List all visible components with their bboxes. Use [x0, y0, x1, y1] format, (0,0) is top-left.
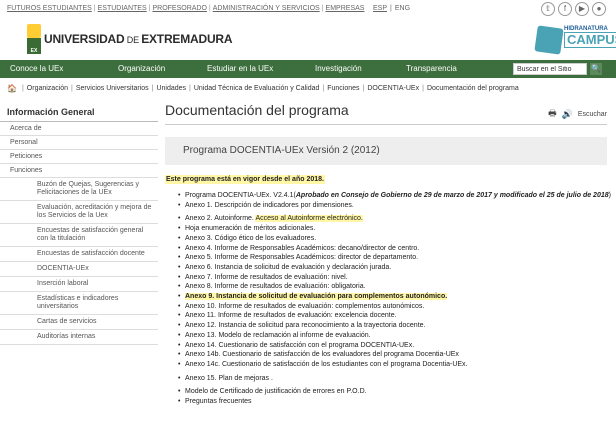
list-item[interactable]: Anexo 13. Modelo de reclamación al infor…	[178, 331, 607, 341]
facebook-icon[interactable]: f	[558, 2, 572, 16]
list-item[interactable]: Anexo 7. Informe de resultados de evalua…	[178, 273, 607, 283]
logo-word-de: DE	[124, 35, 142, 45]
sidebar-subitem-insercion[interactable]: Inserción laboral	[0, 277, 158, 292]
university-logo-icon[interactable]: EX	[24, 24, 44, 54]
lang-en-link[interactable]: ENG	[395, 5, 410, 12]
list-item[interactable]: Anexo 8. Informe de resultados de evalua…	[178, 282, 607, 292]
sidebar-subitem-estadisticas[interactable]: Estadísticas e indicadores universitario…	[0, 292, 158, 315]
audience-link-estudiantes[interactable]: ESTUDIANTES	[98, 5, 147, 12]
list-item[interactable]: Anexo 10. Informe de resultados de evalu…	[178, 302, 607, 312]
list-item[interactable]: Anexo 14c. Cuestionario de satisfacción …	[178, 360, 607, 370]
search-icon[interactable]: 🔍	[590, 63, 602, 75]
audience-link-profesorado[interactable]: PROFESORADO	[152, 5, 206, 12]
campus-logo[interactable]: HIDRANATURA CAMPUS	[522, 23, 616, 57]
flickr-icon[interactable]: ●	[592, 2, 606, 16]
breadcrumb-current: Documentación del programa	[426, 85, 519, 92]
breadcrumb-item[interactable]: Unidades	[156, 85, 186, 92]
list-item[interactable]: Anexo 1. Descripción de indicadores por …	[178, 201, 607, 211]
audience-link-empresas[interactable]: EMPRESAS	[326, 5, 365, 12]
document-list: Programa DOCENTIA-UEx. V2.4.1(Aprobado e…	[165, 191, 611, 407]
puzzle-icon	[534, 25, 564, 55]
sidebar-subitem-docentia[interactable]: DOCENTIA-UEx	[0, 262, 158, 277]
audience-links: FUTUROS ESTUDIANTES | ESTUDIANTES | PROFES…	[7, 5, 365, 12]
sidebar-item-personal[interactable]: Personal	[0, 136, 158, 150]
list-item[interactable]: Anexo 12. Instancia de solicitud para re…	[178, 321, 607, 331]
logo-ex-label: EX	[27, 48, 41, 54]
top-strip: FUTUROS ESTUDIANTES | ESTUDIANTES | PROFES…	[0, 0, 616, 20]
list-item[interactable]: Preguntas frecuentes	[178, 397, 607, 407]
list-item[interactable]: Anexo 14b. Cuestionario de satisfacción …	[178, 350, 607, 360]
list-item[interactable]: Anexo 4. Informe de Responsables Académi…	[178, 244, 607, 254]
autoinforme-link[interactable]: Acceso al Autoinforme electrónico.	[255, 215, 363, 223]
validity-notice: Este programa está en vigor desde el año…	[165, 175, 325, 184]
list-item[interactable]: Programa DOCENTIA-UEx. V2.4.1(Aprobado e…	[178, 191, 611, 201]
sidebar-subitem-cartas[interactable]: Cartas de servicios	[0, 315, 158, 330]
nav-item-conoce[interactable]: Conoce la UEx	[10, 60, 63, 78]
sidebar-item-peticiones[interactable]: Peticiones	[0, 150, 158, 164]
list-item[interactable]: Anexo 9. Instancia de solicitud de evalu…	[178, 292, 607, 302]
language-switcher: ESP | ENG	[373, 5, 410, 12]
list-item[interactable]: Anexo 2. Autoinforme. Acceso al Autoinfo…	[178, 214, 607, 224]
breadcrumb-item[interactable]: Funciones	[327, 85, 359, 92]
university-name[interactable]: UNIVERSIDAD DE EXTREMADURA	[44, 32, 233, 46]
breadcrumb-item[interactable]: Organización	[27, 85, 68, 92]
list-item[interactable]: Anexo 11. Informe de resultados de evalu…	[178, 311, 607, 321]
annex9-link[interactable]: Anexo 9. Instancia de solicitud de evalu…	[185, 293, 448, 301]
sidebar-subitem-buzon[interactable]: Buzón de Quejas, Sugerencias y Felicitac…	[0, 178, 158, 201]
youtube-icon[interactable]: ▶	[575, 2, 589, 16]
list-item[interactable]: Anexo 6. Instancia de solicitud de evalu…	[178, 263, 607, 273]
lang-es-link[interactable]: ESP	[373, 5, 387, 12]
sidebar-subitem-evaluacion[interactable]: Evaluación, acreditación y mejora de los…	[0, 201, 158, 224]
social-links: 𝕥 f ▶ ●	[541, 2, 606, 16]
sidebar-subitem-encuestas-titulacion[interactable]: Encuestas de satisfacción general con la…	[0, 224, 158, 247]
sidebar: Información General Acerca de Personal P…	[0, 104, 158, 345]
print-icon[interactable]: 🖶	[548, 106, 557, 122]
breadcrumb-item[interactable]: Unidad Técnica de Evaluación y Calidad	[194, 85, 320, 92]
sidebar-subitem-encuestas-docente[interactable]: Encuestas de satisfacción docente	[0, 247, 158, 262]
list-item[interactable]: Anexo 3. Código ético de los evaluadores…	[178, 234, 607, 244]
main-navbar: Conoce la UEx Organización Estudiar en l…	[0, 60, 616, 78]
main-content: Documentación del programa 🖶 🔊 Escuchar …	[165, 100, 611, 407]
sidebar-subitem-auditorias[interactable]: Auditorías internas	[0, 330, 158, 345]
title-divider	[165, 124, 607, 125]
sidebar-title: Información General	[0, 104, 158, 122]
site-header: EX UNIVERSIDAD DE EXTREMADURA HIDRANATUR…	[0, 20, 616, 60]
nav-item-investigacion[interactable]: Investigación	[315, 60, 362, 78]
search-input[interactable]	[513, 63, 587, 75]
sidebar-item-acerca[interactable]: Acerca de	[0, 122, 158, 136]
page-tools: 🖶 🔊 Escuchar	[548, 106, 607, 122]
list-item[interactable]: Hoja enumeración de méritos adicionales.	[178, 224, 607, 234]
page-title: Documentación del programa	[165, 102, 349, 118]
listen-button[interactable]: Escuchar	[578, 111, 607, 118]
lang-separator: |	[390, 5, 392, 12]
breadcrumb: 🏠 | Organización | Servicios Universitari…	[7, 84, 519, 93]
speaker-icon[interactable]: 🔊	[562, 109, 573, 120]
breadcrumb-item[interactable]: DOCENTIA-UEx	[367, 85, 419, 92]
program-heading: Programa DOCENTIA-UEx Versión 2 (2012)	[165, 137, 607, 165]
home-icon[interactable]: 🏠	[7, 84, 17, 93]
list-item[interactable]: Anexo 15. Plan de mejoras .	[178, 374, 607, 384]
sidebar-item-funciones[interactable]: Funciones	[0, 164, 158, 178]
campus-logo-word: CAMPUS	[564, 32, 616, 48]
list-item[interactable]: Anexo 14. Cuestionario de satisfacción c…	[178, 341, 607, 351]
nav-item-estudiar[interactable]: Estudiar en la UEx	[207, 60, 273, 78]
logo-word-universidad: UNIVERSIDAD	[44, 32, 125, 46]
nav-item-transparencia[interactable]: Transparencia	[406, 60, 457, 78]
logo-word-extremadura: EXTREMADURA	[141, 32, 233, 46]
list-item[interactable]: Modelo de Certificado de justificación d…	[178, 387, 607, 397]
nav-item-organizacion[interactable]: Organización	[118, 60, 165, 78]
list-item[interactable]: Anexo 5. Informe de Responsables Académi…	[178, 253, 607, 263]
audience-link-administracion[interactable]: ADMINISTRACIÓN Y SERVICIOS	[213, 5, 320, 12]
audience-link-futuros[interactable]: FUTUROS ESTUDIANTES	[7, 5, 92, 12]
breadcrumb-item[interactable]: Servicios Universitarios	[76, 85, 149, 92]
twitter-icon[interactable]: 𝕥	[541, 2, 555, 16]
